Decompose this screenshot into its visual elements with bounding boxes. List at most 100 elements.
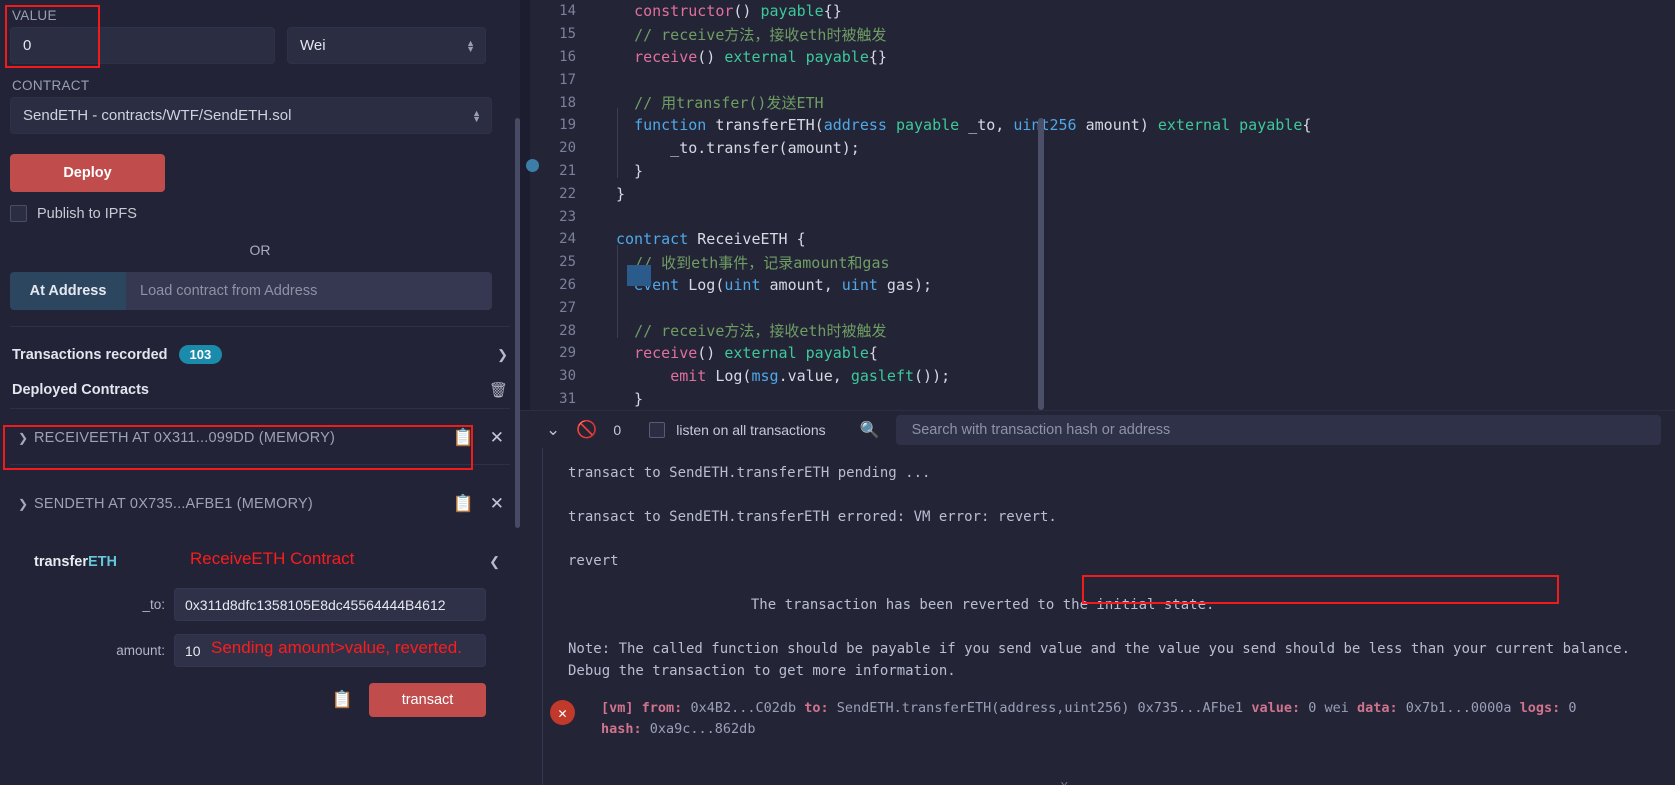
function-header[interactable]: transferETH ReceiveETH Contract ❮ bbox=[14, 549, 506, 575]
code-editor[interactable]: 14 constructor() payable{}15 // receive方… bbox=[520, 0, 1675, 410]
search-input[interactable]: Search with transaction hash or address bbox=[896, 415, 1661, 445]
code-text: emit Log(msg.value, gasleft()); bbox=[592, 367, 950, 385]
deploy-button[interactable]: Deploy bbox=[10, 154, 165, 192]
chevron-down-icon[interactable]: ❯ bbox=[14, 497, 32, 511]
terminal-toolbar: ⌄ 🚫 0 listen on all transactions 🔍 Searc… bbox=[520, 410, 1675, 448]
line-number: 26 bbox=[520, 277, 592, 293]
function-transferETH-block: transferETH ReceiveETH Contract ❮ _to: 0… bbox=[10, 549, 510, 717]
copy-icon[interactable]: 📋 bbox=[453, 494, 474, 514]
code-line: 28 // receive方法，接收eth时被触发 bbox=[520, 319, 1675, 342]
vm-from-value: 0x4B2...C02db bbox=[690, 700, 796, 716]
code-lines: 14 constructor() payable{}15 // receive方… bbox=[520, 0, 1675, 410]
code-line: 14 constructor() payable{} bbox=[520, 0, 1675, 23]
close-icon[interactable]: ✕ bbox=[490, 494, 504, 514]
error-icon: ✕ bbox=[550, 700, 575, 725]
listen-all-transactions-checkbox[interactable] bbox=[649, 422, 665, 438]
transactions-recorded-badge: 103 bbox=[179, 345, 223, 364]
deployed-instance-title: SENDETH AT 0X735...AFBE1 (MEMORY) bbox=[34, 496, 313, 512]
code-text: contract ReceiveETH { bbox=[592, 230, 806, 248]
deployed-contracts-row: Deployed Contracts 🗑 bbox=[10, 381, 510, 399]
code-line: 24contract ReceiveETH { bbox=[520, 228, 1675, 251]
chevrons-down-icon[interactable]: ⌄ bbox=[546, 420, 560, 440]
chevron-right-icon[interactable]: ❯ bbox=[14, 431, 32, 445]
contract-label: CONTRACT bbox=[12, 78, 510, 93]
value-input[interactable]: 0 bbox=[10, 27, 275, 64]
publish-ipfs-checkbox[interactable] bbox=[10, 205, 27, 222]
terminal-resize-caret-icon[interactable]: ⌄ bbox=[1060, 773, 1068, 785]
annotation-sending-amount: Sending amount>value, reverted. bbox=[211, 638, 462, 658]
transactions-recorded-row[interactable]: Transactions recorded 103 ❯ bbox=[10, 345, 510, 364]
code-text: receive() external payable{ bbox=[592, 344, 878, 362]
vm-data-key: data: bbox=[1357, 700, 1398, 716]
terminal-line-reverted-state-text: The transaction has been reverted to the… bbox=[700, 597, 1214, 613]
code-line: 23 bbox=[520, 205, 1675, 228]
code-line: 18 // 用transfer()发送ETH bbox=[520, 91, 1675, 114]
deployed-instance-sendeth[interactable]: ❯ SENDETH AT 0X735...AFBE1 (MEMORY) 📋 ✕ bbox=[10, 481, 510, 527]
code-line: 31 } bbox=[520, 388, 1675, 410]
trash-icon[interactable]: 🗑 bbox=[489, 381, 508, 399]
line-number: 28 bbox=[520, 323, 592, 339]
value-unit-select[interactable]: Wei ▲▼ bbox=[287, 27, 486, 64]
search-icon[interactable]: 🔍 bbox=[860, 420, 880, 440]
copy-icon[interactable]: 📋 bbox=[453, 428, 474, 448]
terminal-panel: ⌄ 🚫 0 listen on all transactions 🔍 Searc… bbox=[520, 410, 1675, 785]
terminal-line-pending: transact to SendETH.transferETH pending … bbox=[520, 462, 1675, 484]
indent-guide bbox=[617, 245, 618, 338]
line-number: 19 bbox=[520, 117, 592, 133]
spinner-icon: ▲▼ bbox=[466, 40, 475, 52]
at-address-input[interactable]: Load contract from Address bbox=[126, 272, 492, 310]
publish-ipfs-label: Publish to IPFS bbox=[37, 206, 137, 222]
vm-hash-key: hash: bbox=[601, 721, 642, 737]
vm-from-key: from: bbox=[642, 700, 683, 716]
deployed-instance-receiveeth[interactable]: ❯ RECEIVEETH AT 0X311...099DD (MEMORY) 📋… bbox=[10, 415, 510, 461]
breakpoint-icon[interactable] bbox=[526, 159, 539, 172]
param-row-to: _to: 0x311d8dfc1358105E8dc45564444B4612 bbox=[14, 588, 506, 621]
code-line: 21 } bbox=[520, 160, 1675, 183]
code-line: 17 bbox=[520, 68, 1675, 91]
terminal-line-errored: transact to SendETH.transferETH errored:… bbox=[520, 506, 1675, 528]
code-text: constructor() payable{} bbox=[592, 2, 842, 20]
param-value-amount: 10 bbox=[185, 643, 201, 659]
line-number: 31 bbox=[520, 391, 592, 407]
terminal-output: transact to SendETH.transferETH pending … bbox=[520, 448, 1675, 785]
terminal-line-reverted-state: The transaction has been reverted to the… bbox=[520, 572, 1675, 638]
line-number: 25 bbox=[520, 254, 592, 270]
code-text: receive() external payable{} bbox=[592, 48, 887, 66]
close-icon[interactable]: ✕ bbox=[490, 428, 504, 448]
param-input-to[interactable]: 0x311d8dfc1358105E8dc45564444B4612 bbox=[174, 588, 486, 621]
code-text: // receive方法，接收eth时被触发 bbox=[592, 24, 886, 45]
vm-logs-value: 0 bbox=[1568, 700, 1576, 716]
chevron-up-icon[interactable]: ❮ bbox=[489, 554, 500, 570]
contract-select[interactable]: SendETH - contracts/WTF/SendETH.sol ▲▼ bbox=[10, 97, 492, 134]
editor-left-strip bbox=[520, 0, 530, 410]
transact-row: 📋 transact bbox=[14, 683, 506, 717]
terminal-vm-entry[interactable]: ✕ [vm] from: 0x4B2...C02db to: SendETH.t… bbox=[520, 698, 1675, 740]
value-unit-label: Wei bbox=[300, 37, 326, 54]
line-number: 22 bbox=[520, 186, 592, 202]
param-input-amount[interactable]: 10 Sending amount>value, reverted. bbox=[174, 634, 486, 667]
listen-all-transactions-label: listen on all transactions bbox=[676, 422, 825, 438]
line-number: 18 bbox=[520, 95, 592, 111]
code-line: 30 emit Log(msg.value, gasleft()); bbox=[520, 365, 1675, 388]
code-text: function transferETH(address payable _to… bbox=[592, 116, 1311, 134]
no-entry-icon[interactable]: 🚫 bbox=[576, 420, 597, 440]
publish-ipfs-row[interactable]: Publish to IPFS bbox=[10, 205, 510, 222]
transact-button[interactable]: transact bbox=[369, 683, 486, 717]
line-number: 23 bbox=[520, 209, 592, 225]
param-row-amount: amount: 10 Sending amount>value, reverte… bbox=[14, 634, 506, 667]
terminal-gutter bbox=[542, 448, 543, 785]
or-separator: OR bbox=[10, 242, 510, 258]
editor-scrollbar[interactable] bbox=[1038, 118, 1044, 410]
transactions-recorded-label: Transactions recorded bbox=[12, 347, 168, 363]
value-row: 0 Wei ▲▼ bbox=[10, 27, 510, 64]
terminal-line-note-prefix: Note: The called function should be paya… bbox=[568, 641, 1124, 657]
annotation-receiveeth-contract: ReceiveETH Contract bbox=[190, 549, 354, 569]
at-address-button[interactable]: At Address bbox=[10, 272, 126, 310]
chevron-down-icon[interactable]: ❯ bbox=[497, 347, 508, 363]
line-number: 29 bbox=[520, 345, 592, 361]
param-label-to: _to: bbox=[14, 597, 174, 612]
divider bbox=[10, 464, 510, 465]
deployed-contracts-label: Deployed Contracts bbox=[12, 382, 149, 398]
copy-calldata-icon[interactable]: 📋 bbox=[332, 690, 353, 710]
deploy-and-run-panel: VALUE 0 Wei ▲▼ CONTRACT SendETH - contra… bbox=[0, 0, 520, 785]
